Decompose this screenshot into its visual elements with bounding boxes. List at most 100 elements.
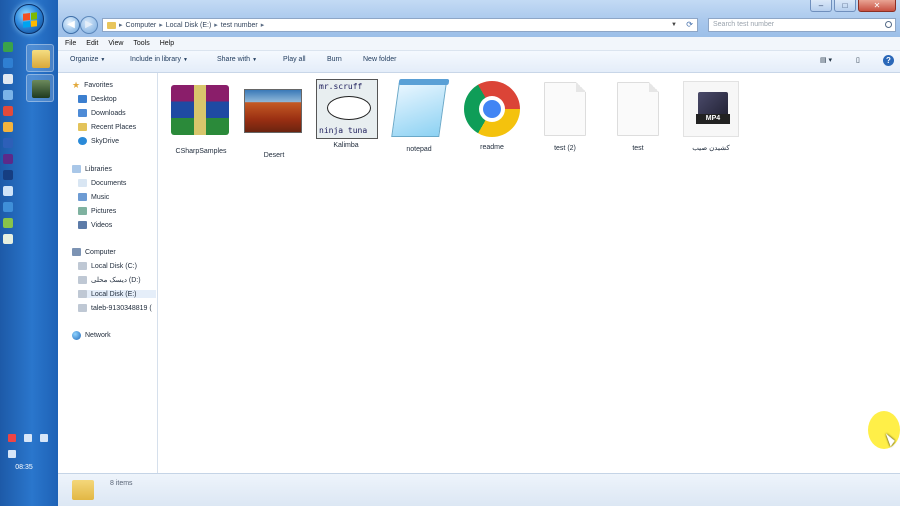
nav-favorites-label: Favorites (84, 81, 113, 89)
nav-item-drive-d[interactable]: دیسک محلی (D:) (78, 276, 141, 284)
quicklaunch-icon[interactable] (3, 90, 13, 100)
chevron-right-icon[interactable]: ▸ (261, 21, 265, 29)
file-name: CSharpSamples (175, 148, 227, 155)
quicklaunch-icon[interactable] (3, 42, 13, 52)
start-button[interactable] (14, 4, 44, 34)
nav-computer-label: Computer (85, 248, 116, 256)
blank-document-icon (608, 82, 668, 142)
star-icon: ★ (72, 80, 81, 90)
breadcrumb-folder[interactable]: test number (221, 22, 258, 29)
nav-network[interactable]: Network (72, 331, 111, 340)
ie-icon[interactable] (3, 58, 13, 68)
nav-item-recent-places[interactable]: Recent Places (78, 123, 136, 131)
address-dropdown-icon[interactable]: ▼ (671, 19, 677, 31)
file-item[interactable]: mr.scruff ninja tuna Kalimba (310, 79, 382, 149)
nav-item-drive-c[interactable]: Local Disk (C:) (78, 262, 137, 270)
menu-tools[interactable]: Tools (133, 40, 149, 47)
breadcrumb-computer[interactable]: Computer (126, 22, 157, 29)
quicklaunch-icon[interactable] (3, 218, 13, 228)
file-list: CSharpSamples Desert mr.scruff ninja tun… (159, 73, 900, 473)
recent-places-icon (78, 123, 87, 131)
nav-item-videos[interactable]: Videos (78, 221, 112, 229)
navigation-pane: ★ Favorites Desktop Downloads Recent Pla… (58, 73, 158, 473)
nav-libraries[interactable]: Libraries (72, 165, 112, 173)
quicklaunch-icon[interactable] (3, 234, 13, 244)
quicklaunch-icon[interactable] (3, 138, 13, 148)
nav-item-removable-drive[interactable]: taleb-9130348819 ( (78, 304, 152, 312)
file-item[interactable]: test (602, 79, 674, 152)
file-item[interactable]: MP4 کشیدن صیب (675, 79, 747, 152)
pictures-icon (78, 207, 87, 215)
menu-file[interactable]: File (65, 40, 76, 47)
file-item[interactable]: CSharpSamples (165, 79, 237, 155)
taskbar-app-explorer[interactable] (26, 44, 54, 72)
file-item[interactable]: notepad (383, 79, 455, 153)
share-with-button[interactable]: Share with ▼ (217, 56, 257, 63)
file-item[interactable]: test (2) (529, 79, 601, 152)
organize-button[interactable]: Organize ▼ (70, 56, 105, 63)
nav-favorites[interactable]: ★ Favorites (72, 80, 113, 90)
taskbar-clock[interactable]: 08:35 (4, 464, 44, 471)
command-bar: Organize ▼ Include in library ▼ Share with… (58, 51, 900, 73)
computer-icon (72, 248, 81, 256)
search-icon[interactable] (885, 21, 892, 28)
chevron-right-icon[interactable]: ▸ (119, 21, 123, 29)
file-item[interactable]: Desert (238, 79, 310, 159)
quicklaunch-icon[interactable] (3, 170, 13, 180)
chevron-right-icon[interactable]: ▸ (214, 21, 218, 29)
folder-icon (32, 50, 50, 68)
tray-icon[interactable] (40, 434, 48, 442)
nav-item-label: Desktop (91, 95, 117, 103)
nav-item-label: Music (91, 193, 110, 201)
preview-pane-icon[interactable]: ▯ (856, 56, 860, 64)
quicklaunch-icon[interactable] (3, 186, 13, 196)
nav-item-music[interactable]: Music (78, 193, 109, 201)
back-button[interactable]: ◀ (62, 16, 80, 34)
menu-edit[interactable]: Edit (86, 40, 98, 47)
nav-network-label: Network (85, 332, 111, 339)
tray-flag-icon[interactable] (8, 434, 16, 442)
file-name: کشیدن صیب (692, 145, 730, 152)
help-icon[interactable]: ? (883, 55, 894, 66)
include-in-library-button[interactable]: Include in library ▼ (130, 56, 188, 63)
burn-button[interactable]: Burn (327, 56, 342, 63)
nav-item-desktop[interactable]: Desktop (78, 95, 117, 103)
nav-item-skydrive[interactable]: SkyDrive (78, 137, 119, 145)
quicklaunch-icon[interactable] (3, 106, 13, 116)
quicklaunch-icon[interactable] (3, 202, 13, 212)
organize-label: Organize (70, 56, 99, 63)
nav-item-downloads[interactable]: Downloads (78, 109, 126, 117)
chevron-right-icon[interactable]: ▸ (159, 21, 163, 29)
nav-item-drive-e[interactable]: Local Disk (E:) (78, 290, 156, 298)
search-input[interactable]: Search test number (708, 18, 896, 32)
quicklaunch-icon[interactable] (3, 154, 13, 164)
address-bar[interactable]: ▸ Computer ▸ Local Disk (E:) ▸ test numb… (102, 18, 698, 32)
play-all-button[interactable]: Play all (283, 56, 306, 63)
nav-item-pictures[interactable]: Pictures (78, 207, 116, 215)
close-button[interactable]: ✕ (858, 0, 896, 12)
include-in-library-label: Include in library (130, 56, 181, 63)
nav-item-documents[interactable]: Documents (78, 179, 126, 187)
tray-volume-icon[interactable] (8, 450, 16, 458)
desert-image-icon (244, 89, 304, 149)
maximize-button[interactable]: □ (834, 0, 856, 12)
quicklaunch-icon[interactable] (3, 74, 13, 84)
title-bar[interactable]: – □ ✕ ◀ ▶ ▸ Computer ▸ Local Disk (E:) ▸… (58, 0, 900, 37)
menu-view[interactable]: View (108, 40, 123, 47)
nav-computer[interactable]: Computer (72, 248, 116, 256)
new-folder-button[interactable]: New folder (363, 56, 396, 63)
refresh-icon[interactable]: ⟳ (686, 19, 693, 31)
tray-network-icon[interactable] (24, 434, 32, 442)
breadcrumb-drive[interactable]: Local Disk (E:) (166, 22, 212, 29)
file-item[interactable]: readme (456, 79, 528, 151)
quicklaunch-icon[interactable] (3, 122, 13, 132)
view-options-icon[interactable]: ▤ ▾ (820, 56, 832, 64)
minimize-button[interactable]: – (810, 0, 832, 12)
downloads-icon (78, 109, 87, 117)
taskbar-app-media[interactable] (26, 74, 54, 102)
nav-item-label: Recent Places (91, 123, 137, 131)
drive-icon (78, 262, 87, 270)
window-controls: – □ ✕ (810, 0, 896, 12)
menu-help[interactable]: Help (160, 40, 174, 47)
forward-button[interactable]: ▶ (80, 16, 98, 34)
